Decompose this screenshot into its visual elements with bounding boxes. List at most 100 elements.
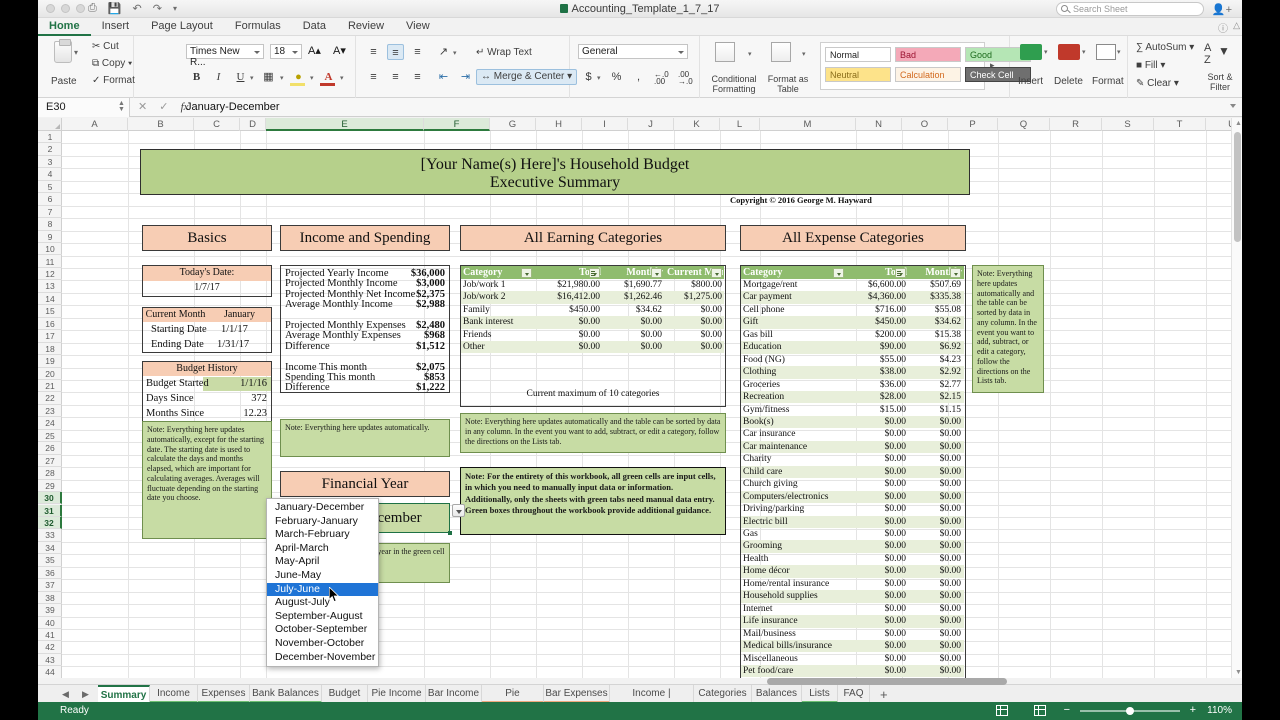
row-header-34[interactable]: 34	[38, 542, 62, 555]
cell-style-bad[interactable]: Bad	[895, 47, 961, 62]
dropdown-option-march-february[interactable]: March-February	[267, 528, 378, 542]
expenses-row[interactable]: Gym/fitness $15.00 $1.15	[741, 404, 964, 416]
align-bottom-button[interactable]: ≡	[409, 44, 426, 60]
history-value-0[interactable]: 1/1/16	[203, 378, 267, 389]
expenses-filter-button-1[interactable]	[895, 268, 906, 278]
row-header-43[interactable]: 43	[38, 654, 62, 667]
ribbon-tab-bar[interactable]: Home Insert Page Layout Formulas Data Re…	[38, 18, 1242, 36]
row-header-32[interactable]: 32	[38, 516, 62, 530]
number-format-select[interactable]: General	[578, 44, 688, 59]
row-header-40[interactable]: 40	[38, 617, 62, 629]
expenses-row[interactable]: Home décor $0.00 $0.00	[741, 565, 964, 578]
row-header-19[interactable]: 19	[38, 355, 62, 368]
expenses-row[interactable]: Computers/electronics $0.00 $0.00	[741, 490, 964, 504]
dropdown-option-january-december[interactable]: January-December	[267, 501, 378, 515]
sheet-tab-categories[interactable]: Categories	[694, 685, 752, 703]
row-header-16[interactable]: 16	[38, 318, 62, 331]
comma-format-button[interactable]: ,	[630, 69, 647, 85]
dropdown-option-may-april[interactable]: May-April	[267, 555, 378, 569]
borders-icon[interactable]: ▦	[260, 69, 277, 85]
expenses-row[interactable]: Cell phone $716.00 $55.08	[741, 304, 964, 316]
expenses-row[interactable]: Mail/business $0.00 $0.00	[741, 628, 964, 640]
row-header-26[interactable]: 26	[38, 442, 62, 455]
earnings-filter-button-2[interactable]	[651, 268, 662, 278]
column-header-r[interactable]: R	[1050, 118, 1102, 131]
column-header-t[interactable]: T	[1154, 118, 1206, 131]
expenses-row[interactable]: Food (NG) $55.00 $4.23	[741, 354, 964, 366]
zoom-level[interactable]: 110%	[1207, 705, 1232, 716]
row-header-10[interactable]: 10	[38, 243, 62, 256]
borders-dropdown-icon[interactable]: ▾	[280, 74, 284, 82]
cell-styles-gallery[interactable]: Normal Bad Good Neutral Calculation Chec…	[820, 42, 1031, 90]
fill-button[interactable]: ■ Fill ▾	[1136, 60, 1165, 71]
row-header-3[interactable]: 3	[38, 156, 62, 169]
cut-button[interactable]: ✂ Cut	[92, 41, 119, 52]
row-header-4[interactable]: 4	[38, 168, 62, 181]
underline-dropdown-icon[interactable]: ▾	[250, 74, 254, 82]
row-header-35[interactable]: 35	[38, 554, 62, 567]
expenses-row[interactable]: Car insurance $0.00 $0.00	[741, 428, 964, 440]
sheet-tab-balances[interactable]: Balances	[752, 685, 802, 703]
row-header-23[interactable]: 23	[38, 405, 62, 418]
column-header-s[interactable]: S	[1102, 118, 1154, 131]
earnings-row[interactable]: Bank interest $0.00 $0.00 $0.00	[461, 316, 724, 329]
wrap-text-button[interactable]: ↵ Wrap Text	[476, 47, 532, 58]
sheet-tab-income-expenses[interactable]: Income | Expenses	[610, 685, 694, 717]
row-header-28[interactable]: 28	[38, 467, 62, 480]
expenses-row[interactable]: Car maintenance $0.00 $0.00	[741, 440, 964, 454]
vertical-scrollbar[interactable]: ▲ ▼	[1231, 118, 1242, 678]
row-header-39[interactable]: 39	[38, 604, 62, 617]
row-header-20[interactable]: 20	[38, 368, 62, 380]
column-header-o[interactable]: O	[902, 118, 948, 131]
decrease-font-size-button[interactable]: A▾	[333, 44, 346, 57]
earnings-filter-button-0[interactable]	[521, 268, 532, 278]
select-all-button[interactable]	[38, 118, 62, 131]
earnings-filter-button-1[interactable]	[589, 268, 600, 278]
ribbon-tab-data[interactable]: Data	[292, 18, 337, 36]
row-header-42[interactable]: 42	[38, 641, 62, 654]
dropdown-option-february-january[interactable]: February-January	[267, 515, 378, 529]
row-header-24[interactable]: 24	[38, 417, 62, 430]
scroll-up-icon[interactable]: ▲	[1235, 120, 1242, 127]
row-header-5[interactable]: 5	[38, 181, 62, 194]
enter-icon[interactable]: ✓	[159, 101, 168, 113]
ribbon-tab-insert[interactable]: Insert	[91, 18, 141, 36]
expenses-row[interactable]: Household supplies $0.00 $0.00	[741, 590, 964, 603]
page-layout-view-icon[interactable]	[1034, 705, 1046, 716]
expenses-row[interactable]: Driving/parking $0.00 $0.00	[741, 503, 964, 515]
expenses-row[interactable]: Internet $0.00 $0.00	[741, 603, 964, 615]
font-color-dropdown-icon[interactable]: ▾	[340, 74, 344, 82]
column-header-j[interactable]: J	[628, 118, 674, 131]
currency-format-button[interactable]: $	[580, 69, 597, 85]
row-header-38[interactable]: 38	[38, 592, 62, 605]
column-header-m[interactable]: M	[760, 118, 856, 131]
expenses-row[interactable]: Medical bills/insurance $0.00 $0.00	[741, 640, 964, 653]
fill-handle[interactable]	[448, 531, 452, 535]
clear-button[interactable]: ✎ Clear ▾	[1136, 78, 1179, 89]
expenses-row[interactable]: Gas $0.00 $0.00	[741, 528, 964, 540]
row-header-37[interactable]: 37	[38, 579, 62, 592]
search-sheet-input[interactable]: Search Sheet	[1056, 2, 1204, 16]
orientation-dropdown-icon[interactable]: ▾	[453, 49, 457, 57]
expenses-row[interactable]: Car payment $4,360.00 $335.38	[741, 291, 964, 304]
earnings-row[interactable]: Job/work 2 $16,412.00 $1,262.46 $1,275.00	[461, 291, 724, 304]
sheet-canvas[interactable]: [Your Name(s) Here]'s Household Budget E…	[62, 131, 1242, 678]
row-header-1[interactable]: 1	[38, 131, 62, 144]
normal-view-icon[interactable]	[996, 705, 1008, 716]
earnings-row[interactable]: Job/work 1 $21,980.00 $1,690.77 $800.00	[461, 279, 724, 291]
insert-dropdown-icon[interactable]: ▾	[1044, 48, 1048, 56]
column-header-q[interactable]: Q	[998, 118, 1050, 131]
format-cells-icon[interactable]	[1096, 44, 1116, 60]
currency-dropdown-icon[interactable]: ▾	[597, 74, 601, 82]
chevron-down-icon[interactable]	[254, 51, 260, 54]
sheet-nav-next[interactable]: ▶	[82, 689, 89, 700]
column-header-l[interactable]: L	[720, 118, 760, 131]
earnings-row[interactable]: Other $0.00 $0.00 $0.00	[461, 341, 724, 354]
expenses-row[interactable]: Mortgage/rent $6,600.00 $507.69	[741, 279, 964, 291]
chevron-down-icon[interactable]	[292, 51, 298, 54]
row-header-7[interactable]: 7	[38, 206, 62, 219]
percent-format-button[interactable]: %	[608, 69, 625, 85]
row-header-31[interactable]: 31	[38, 504, 62, 517]
row-header-14[interactable]: 14	[38, 293, 62, 306]
column-header-c[interactable]: C	[194, 118, 240, 131]
